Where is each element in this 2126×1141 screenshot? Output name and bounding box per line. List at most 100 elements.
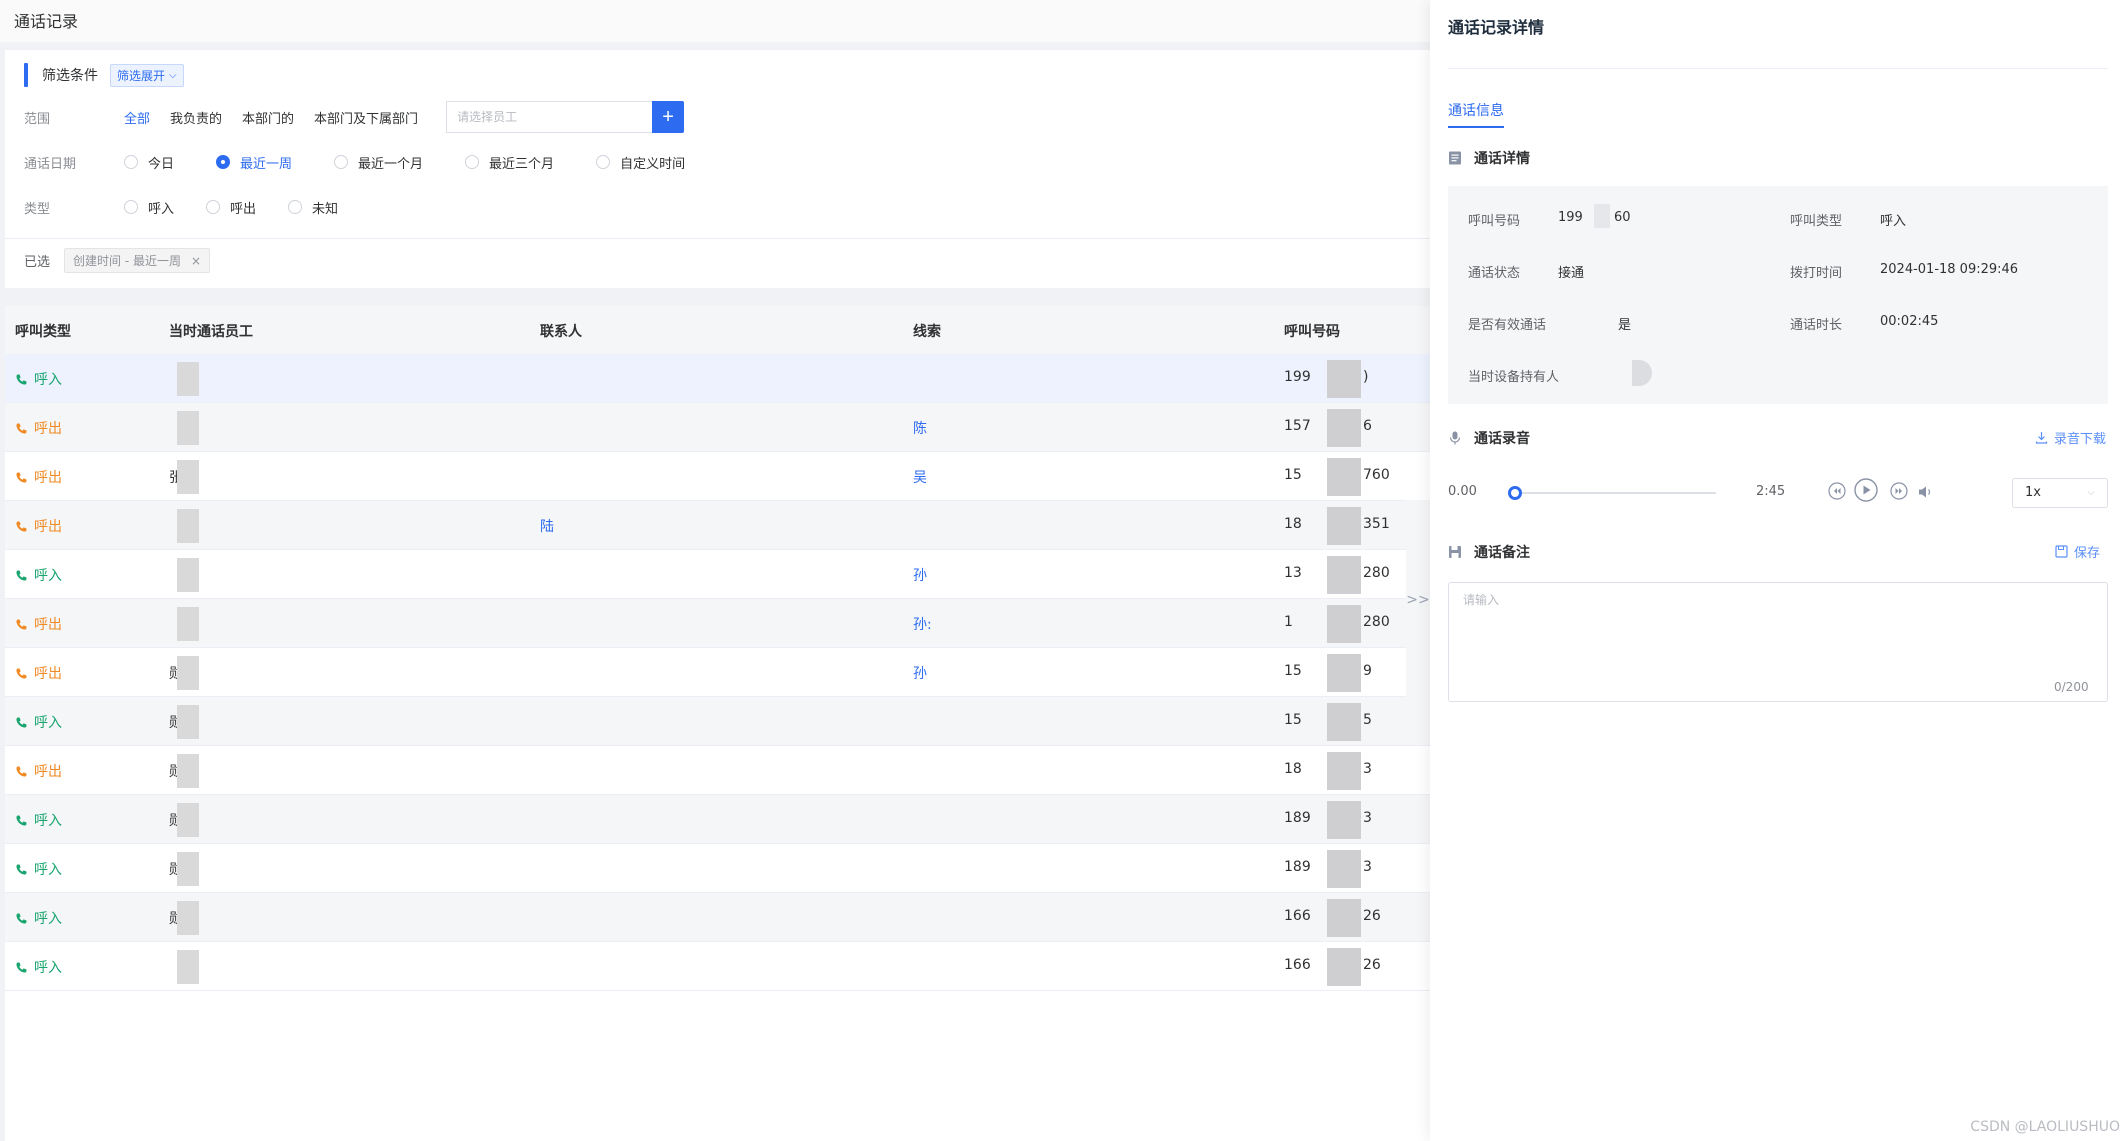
call-type-label: 呼出 <box>34 764 62 780</box>
table-row[interactable]: 呼入勋 166 26 <box>5 893 1430 942</box>
call-type-cell: 呼出 <box>15 467 62 487</box>
valid-call-value: 是 <box>1618 318 1632 333</box>
date-radio-last-month[interactable]: 最近一个月 <box>334 153 423 172</box>
lead-link[interactable]: 孙: <box>913 614 932 634</box>
phone-number-tail: 26 <box>1363 908 1381 924</box>
progress-slider-handle[interactable] <box>1508 486 1522 500</box>
type-radio-inbound[interactable]: 呼入 <box>124 198 174 217</box>
table-row[interactable]: 呼入 孙 13 280 <box>5 550 1430 599</box>
add-employee-button[interactable]: + <box>652 101 685 133</box>
download-label: 录音下载 <box>2053 432 2106 447</box>
filter-expand-button[interactable]: 筛选展开 ⌵ <box>110 63 184 87</box>
table-row[interactable]: 呼出张吴 15 760 <box>5 452 1430 501</box>
call-type-label: 呼出 <box>34 519 62 535</box>
lead-link[interactable]: 孙 <box>913 565 927 585</box>
recording-section-title: 通话录音 <box>1448 428 1530 448</box>
chevron-down-icon: ⌵ <box>169 69 177 81</box>
close-icon[interactable]: × <box>191 254 201 268</box>
expand-handle[interactable]: >> <box>1406 500 1430 700</box>
table-row[interactable]: 呼入 166 26 <box>5 942 1430 991</box>
save-remark-button[interactable]: 保存 <box>2055 542 2100 561</box>
lead-link[interactable]: 陈 <box>913 418 927 438</box>
phone-icon <box>16 471 27 483</box>
table-header: 呼叫类型 当时通话员工 联系人 线索 呼叫号码 <box>5 306 1430 354</box>
date-label: 通话日期 <box>24 156 77 172</box>
date-radio-label: 自定义时间 <box>620 156 686 172</box>
radio-checked-icon <box>216 155 231 169</box>
phone-icon <box>16 716 27 728</box>
date-radio-last-three-months[interactable]: 最近三个月 <box>465 153 554 172</box>
phone-number-tail: 26 <box>1363 957 1381 973</box>
phone-icon <box>16 569 27 581</box>
redaction-block <box>1327 703 1361 741</box>
scope-option-all[interactable]: 全部 <box>124 108 150 127</box>
call-type-label: 呼出 <box>34 470 62 486</box>
call-type-label: 呼入 <box>34 372 62 388</box>
table-row[interactable]: 呼出 孙: 1 280 <box>5 599 1430 648</box>
table-row[interactable]: 呼入 199) <box>5 354 1430 403</box>
selected-tag-label: 创建时间 - 最近一周 <box>73 254 181 268</box>
rewind-icon[interactable] <box>1828 482 1846 500</box>
scope-option-mine[interactable]: 我负责的 <box>170 108 222 127</box>
redaction-block <box>177 411 199 445</box>
lead-link[interactable]: 吴 <box>913 467 927 487</box>
tab-call-info[interactable]: 通话信息 <box>1448 100 1504 128</box>
column-header-number: 呼叫号码 <box>1284 324 1340 340</box>
phone-number-cell: 189 <box>1284 859 1311 875</box>
call-type-label: 呼出 <box>34 666 62 682</box>
call-records-table: 呼叫类型 当时通话员工 联系人 线索 呼叫号码 呼入 199) 呼出陈 157 6 呼出张… <box>5 306 1430 1141</box>
table-row[interactable]: 呼入勋 15 5 <box>5 697 1430 746</box>
column-header-lead: 线索 <box>913 324 941 340</box>
call-duration-label: 通话时长 <box>1790 318 1843 333</box>
contact-link[interactable]: 陆 <box>540 516 554 536</box>
phone-number-tail: 3 <box>1363 810 1372 826</box>
type-row: 类型 呼入 呼出 未知 <box>24 195 380 219</box>
table-row[interactable]: 呼出勋 18 3 <box>5 746 1430 795</box>
date-radio-custom[interactable]: 自定义时间 <box>596 153 685 172</box>
call-detail-drawer: 通话记录详情 通话信息 通话详情 呼叫号码 199 60 呼叫类型 呼入 通话状… <box>1430 0 2126 1141</box>
phone-number-tail: 351 <box>1363 516 1390 532</box>
remark-textarea[interactable] <box>1448 582 2108 702</box>
phone-number-cell: 15 <box>1284 467 1302 483</box>
call-type-label: 呼入 <box>34 813 62 829</box>
redaction-block <box>177 705 199 739</box>
phone-number-tail: 3 <box>1363 859 1372 875</box>
volume-icon[interactable] <box>1918 485 1934 499</box>
play-icon[interactable] <box>1854 478 1878 502</box>
scope-option-department[interactable]: 本部门的 <box>242 108 294 127</box>
employee-select-input[interactable] <box>446 101 653 133</box>
call-type-cell: 呼入 <box>15 712 62 732</box>
phone-number-cell: 15 <box>1284 712 1302 728</box>
radio-icon <box>334 155 349 169</box>
save-icon <box>2055 545 2068 558</box>
lead-link[interactable]: 孙 <box>913 663 927 683</box>
radio-icon <box>465 155 480 169</box>
date-radio-last-week[interactable]: 最近一周 <box>216 153 292 172</box>
download-recording-button[interactable]: 录音下载 <box>2035 428 2106 447</box>
redaction-block <box>177 656 199 690</box>
fast-forward-icon[interactable] <box>1890 482 1908 500</box>
call-type-cell: 呼出 <box>15 614 62 634</box>
scope-option-department-and-sub[interactable]: 本部门及下属部门 <box>314 108 418 127</box>
playback-speed-select[interactable]: 1x ⌵ <box>2012 478 2108 508</box>
table-row[interactable]: 呼出勋孙 15 9 <box>5 648 1430 697</box>
radio-icon <box>596 155 611 169</box>
table-row[interactable]: 呼入勋 189 3 <box>5 844 1430 893</box>
caller-number-tail: 60 <box>1614 210 1631 225</box>
type-label: 类型 <box>24 201 51 217</box>
call-type-cell: 呼出 <box>15 761 62 781</box>
table-row[interactable]: 呼入勋 189 3 <box>5 795 1430 844</box>
radio-icon <box>124 200 138 214</box>
table-row[interactable]: 呼出 陈 157 6 <box>5 403 1430 452</box>
progress-track[interactable] <box>1514 492 1716 494</box>
call-status-value: 接通 <box>1558 266 1585 281</box>
type-radio-outbound[interactable]: 呼出 <box>206 198 256 217</box>
type-radio-unknown[interactable]: 未知 <box>288 198 338 217</box>
accent-bar <box>24 63 28 87</box>
remark-char-count: 0/200 <box>2054 680 2089 694</box>
radio-icon <box>288 200 303 214</box>
call-type-cell: 呼出 <box>15 663 62 683</box>
table-row[interactable]: 呼出 陆 18 351 <box>5 501 1430 550</box>
remark-title-label: 通话备注 <box>1474 545 1530 561</box>
date-radio-today[interactable]: 今日 <box>124 153 174 172</box>
